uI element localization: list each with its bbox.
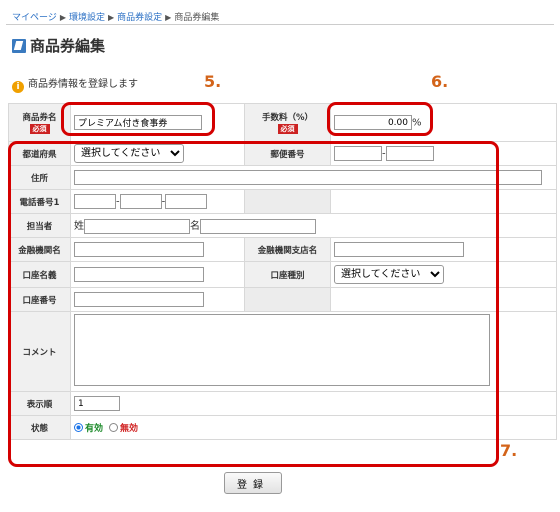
info-icon: i [12, 81, 24, 93]
last-name-input[interactable] [84, 218, 190, 234]
status-active-radio[interactable] [74, 423, 83, 432]
status-cell: 有効 無効 [70, 415, 557, 440]
zip-cell: - [330, 141, 557, 166]
phone-input-3[interactable] [165, 194, 208, 209]
fee-cell: % [330, 103, 557, 142]
row-address: 住所 [8, 165, 557, 190]
status-inactive-radio[interactable] [109, 423, 119, 432]
holder-cell [70, 261, 245, 288]
breadcrumb-separator: ▶ [59, 13, 66, 22]
prefecture-select[interactable]: 選択してください [74, 144, 184, 163]
breadcrumb-voucher-settings[interactable]: 商品券設定 [117, 13, 162, 23]
pref-cell: 選択してください [70, 141, 245, 166]
address-label: 住所 [8, 165, 71, 190]
info-text: 商品券情報を登録します [28, 79, 138, 90]
annotation-6: 6. [431, 72, 449, 91]
zip-label: 郵便番号 [244, 141, 331, 166]
voucher-name-input[interactable] [74, 115, 202, 130]
acct-type-cell: 選択してください [330, 261, 557, 288]
display-order-input[interactable] [74, 396, 120, 411]
voucher-form: 商品券名 必須 手数料（%） 必須 % 都道府県 選択してください 郵便番号 -… [8, 103, 557, 440]
row-phone: 電話番号1 -- [8, 189, 557, 214]
account-type-select[interactable]: 選択してください [334, 265, 444, 284]
required-badge: 必須 [29, 124, 50, 134]
phone-cell: -- [70, 189, 245, 214]
account-number-input[interactable] [74, 292, 204, 307]
bank-label: 金融機関名 [8, 237, 71, 262]
branch-cell [330, 237, 557, 262]
status-active-label[interactable]: 有効 [85, 424, 103, 434]
phone-input-2[interactable] [119, 194, 162, 209]
row-person: 担当者 姓名 [8, 213, 557, 238]
order-cell [70, 391, 557, 416]
breadcrumb-settings[interactable]: 環境設定 [69, 13, 105, 23]
breadcrumb: マイページ ▶ 環境設定 ▶ 商品券設定 ▶ 商品券編集 [12, 10, 219, 23]
name-cell [70, 103, 245, 142]
bank-name-input[interactable] [74, 242, 204, 257]
page-title-text: 商品券編集 [30, 37, 106, 55]
info-message: i 商品券情報を登録します [12, 75, 138, 93]
empty-cell [330, 189, 557, 214]
bank-cell [70, 237, 245, 262]
row-holder: 口座名義 口座種別 選択してください [8, 261, 557, 288]
register-button[interactable]: 登録 [224, 472, 282, 494]
empty-cell [244, 189, 331, 214]
name-label: 商品券名 [22, 113, 57, 123]
comment-label: コメント [8, 311, 71, 392]
fee-label-cell: 手数料（%） 必須 [244, 103, 331, 142]
branch-name-input[interactable] [334, 242, 464, 257]
holder-label: 口座名義 [8, 261, 71, 288]
phone-input-1[interactable] [74, 194, 116, 209]
row-order: 表示順 [8, 391, 557, 416]
fee-input[interactable] [334, 115, 412, 130]
row-pref-zip: 都道府県 選択してください 郵便番号 - [8, 141, 557, 166]
phone-label: 電話番号1 [8, 189, 71, 214]
last-name-label: 姓 [74, 221, 84, 233]
acct-no-cell [70, 287, 245, 312]
annotation-7: 7. [500, 441, 518, 460]
acct-no-label: 口座番号 [8, 287, 71, 312]
empty-cell [330, 287, 557, 312]
edit-icon [12, 39, 26, 53]
account-holder-input[interactable] [74, 267, 204, 282]
row-name-fee: 商品券名 必須 手数料（%） 必須 % [8, 103, 557, 142]
row-acct-no: 口座番号 [8, 287, 557, 312]
comment-cell [70, 311, 557, 392]
fee-label: 手数料（%） [261, 113, 314, 123]
annotation-5: 5. [204, 72, 222, 91]
header-divider [6, 24, 554, 25]
breadcrumb-separator: ▶ [165, 13, 172, 22]
page-title: 商品券編集 [12, 35, 105, 56]
zip-input-1[interactable] [334, 146, 382, 161]
row-status: 状態 有効 無効 [8, 415, 557, 440]
comment-textarea[interactable] [74, 314, 490, 386]
empty-cell [244, 287, 331, 312]
zip-input-2[interactable] [385, 146, 434, 161]
address-input[interactable] [74, 170, 542, 185]
acct-type-label: 口座種別 [244, 261, 331, 288]
pref-label: 都道府県 [8, 141, 71, 166]
name-label-cell: 商品券名 必須 [8, 103, 71, 142]
order-label: 表示順 [8, 391, 71, 416]
person-cell: 姓名 [70, 213, 557, 238]
address-cell [70, 165, 557, 190]
first-name-input[interactable] [200, 218, 316, 234]
row-comment: コメント [8, 311, 557, 392]
breadcrumb-separator: ▶ [108, 13, 115, 22]
person-label: 担当者 [8, 213, 71, 238]
breadcrumb-mypage[interactable]: マイページ [12, 13, 57, 23]
branch-label: 金融機関支店名 [244, 237, 331, 262]
required-badge: 必須 [277, 124, 298, 134]
status-label: 状態 [8, 415, 71, 440]
status-inactive-label[interactable]: 無効 [120, 424, 138, 434]
breadcrumb-current: 商品券編集 [174, 13, 220, 23]
first-name-label: 名 [190, 221, 200, 233]
row-bank: 金融機関名 金融機関支店名 [8, 237, 557, 262]
fee-unit: % [412, 117, 422, 129]
